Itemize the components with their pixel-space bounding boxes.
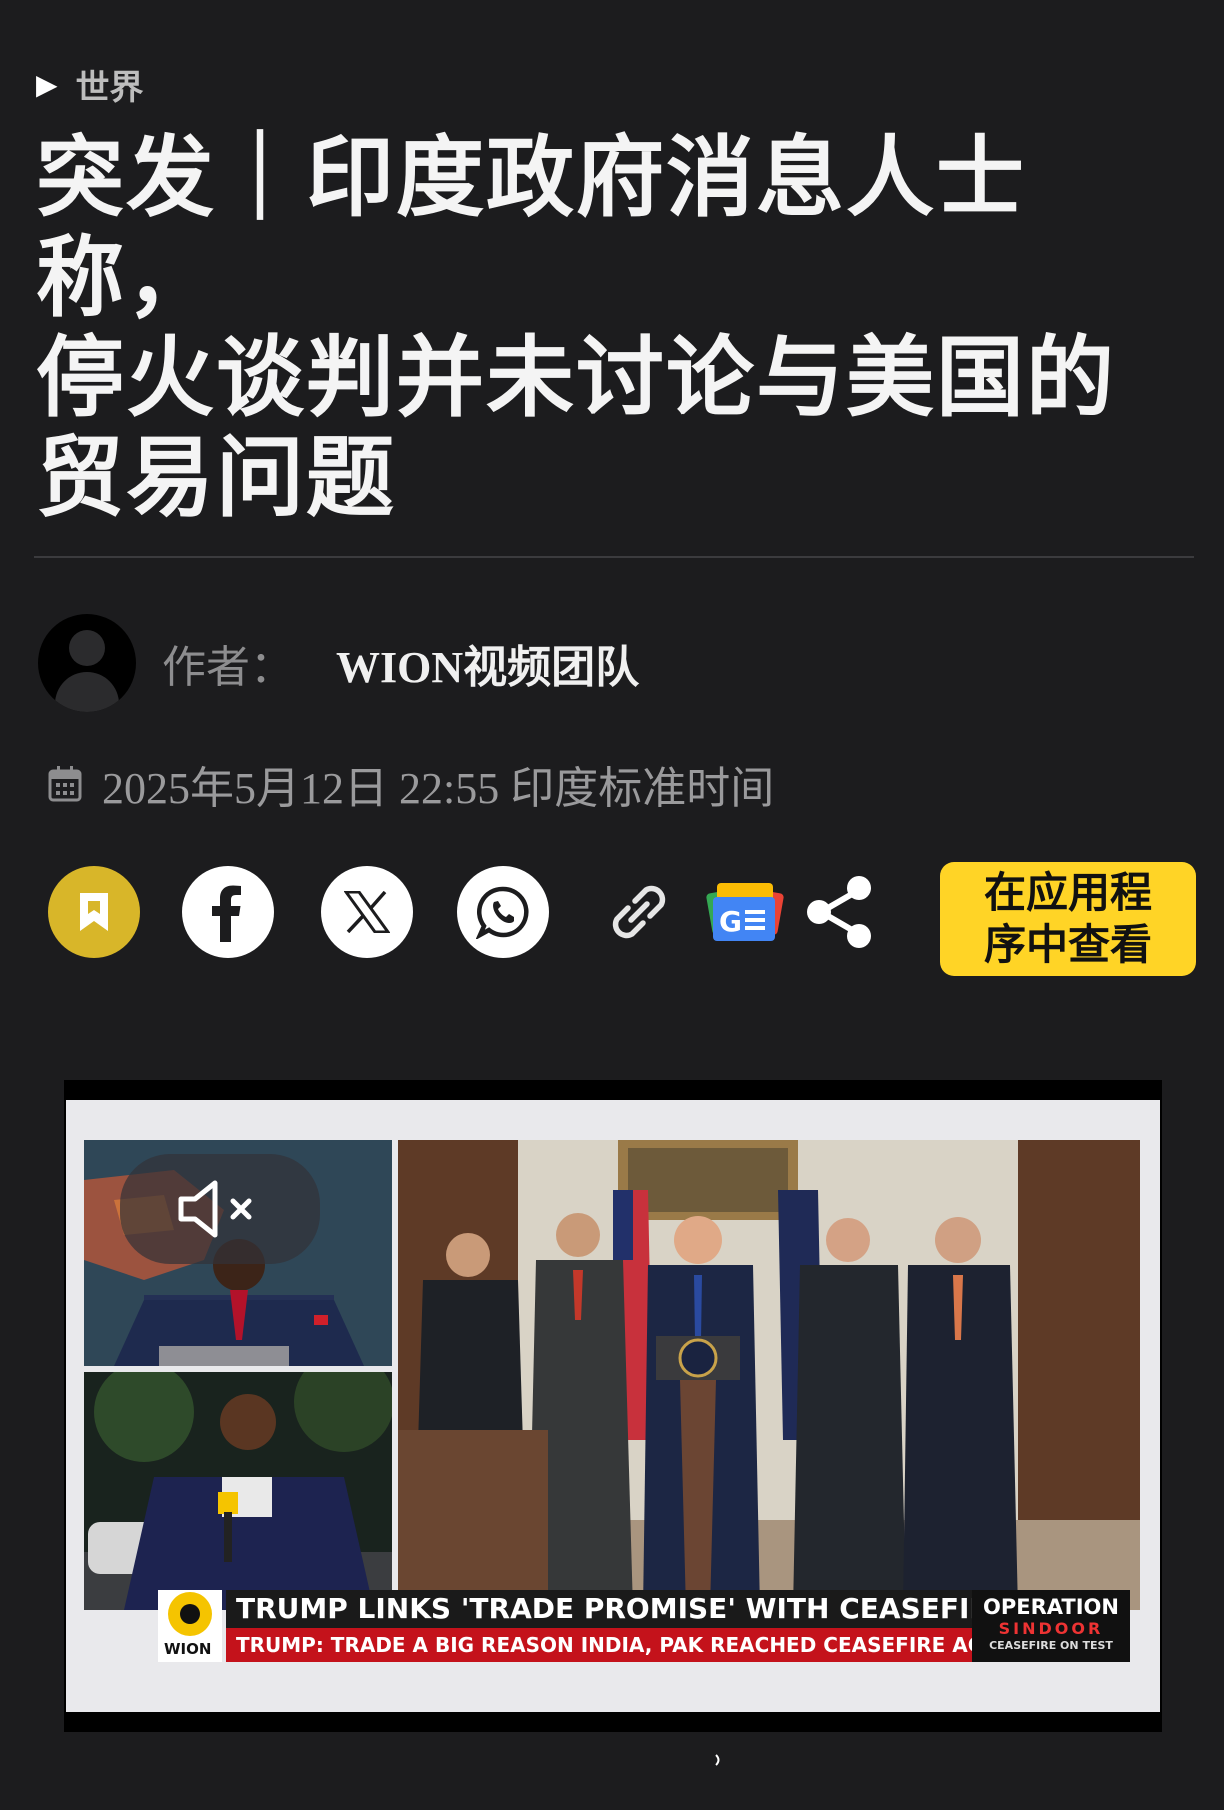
wion-logo-icon: WION [158,1590,222,1662]
section-breadcrumb[interactable]: ▶ 世界 [36,60,144,109]
divider [34,556,1194,558]
reporter-video-tile [84,1372,392,1610]
headline-line: 贸易问题 [36,426,397,529]
article-headline: 突发｜印度政府消息人士称， 停火谈判并未讨论与美国的 贸易问题 [36,128,1186,528]
bookmark-icon [80,893,108,931]
ticker-subheadline: TRUMP: TRADE A BIG REASON INDIA, PAK REA… [226,1628,1030,1662]
operation-name: SINDOOR [998,1619,1104,1638]
google-news-icon: G [706,883,784,941]
share-button[interactable] [794,866,886,958]
calendar-icon [48,766,82,802]
open-in-app-label: 在应用程序中查看 [983,868,1152,969]
whatsapp-icon [476,886,529,939]
publish-date-row: 2025年5月12日 22:55 印度标准时间 [48,752,774,816]
operation-title: OPERATION [983,1595,1119,1619]
open-in-app-button[interactable]: 在应用程序中查看 [940,862,1196,976]
ticker-headline: TRUMP LINKS 'TRADE PROMISE' WITH CEASEFI… [226,1590,1030,1628]
google-news-button[interactable]: G [698,866,790,958]
muted-speaker-icon [178,1180,252,1238]
author-name[interactable]: WION视频团队 [336,631,639,695]
link-icon [612,885,666,939]
svg-text:G: G [719,905,742,938]
mute-toggle-button[interactable] [120,1154,320,1264]
author-row: 作者： WION视频团队 [38,614,639,712]
author-label: 作者： [162,642,294,693]
headline-line: 突发｜印度政府消息人士称， [36,126,1027,329]
share-bar: G 在应用程序中查看 [48,862,1196,976]
operation-badge: OPERATION SINDOOR CEASEFIRE ON TEST [972,1590,1130,1662]
caption-mark-icon [715,1754,720,1766]
copy-link-button[interactable] [593,866,685,958]
bookmark-button[interactable] [48,866,140,958]
x-share-button[interactable] [321,866,413,958]
channel-label: WION [164,1640,212,1658]
facebook-icon [212,885,241,942]
share-icon [807,876,871,948]
play-triangle-icon: ▶ [36,68,58,101]
headline-line: 停火谈判并未讨论与美国的 [36,326,1117,429]
news-ticker: WION TRUMP LINKS 'TRADE PROMISE' WITH CE… [66,1590,1160,1662]
video-player[interactable]: WION TRUMP LINKS 'TRADE PROMISE' WITH CE… [64,1080,1162,1732]
operation-subtitle: CEASEFIRE ON TEST [989,1639,1113,1652]
white-house-video-tile [398,1140,1140,1610]
facebook-share-button[interactable] [182,866,274,958]
x-icon [344,891,390,933]
whatsapp-share-button[interactable] [457,866,549,958]
publish-date: 2025年5月12日 22:55 印度标准时间 [102,764,775,813]
video-frame[interactable]: WION TRUMP LINKS 'TRADE PROMISE' WITH CE… [66,1100,1160,1712]
avatar [38,614,136,712]
section-label[interactable]: 世界 [76,60,144,109]
